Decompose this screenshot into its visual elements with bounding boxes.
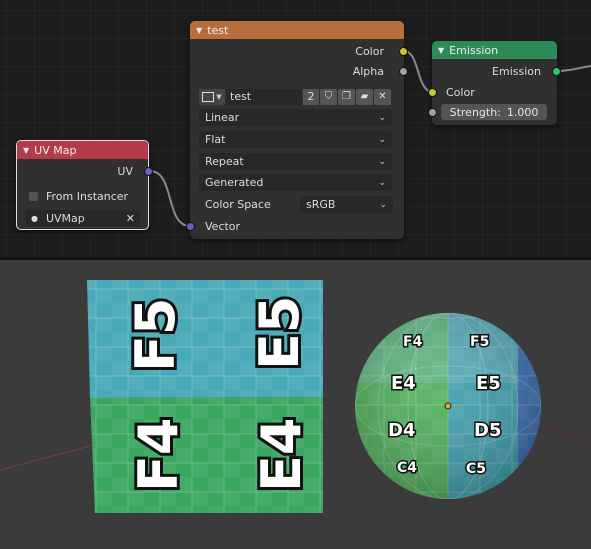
strength-socket[interactable] xyxy=(428,108,437,117)
close-icon[interactable]: ✕ xyxy=(374,88,391,105)
color-space-label: Color Space xyxy=(205,197,271,211)
strength-field[interactable]: Strength: 1.000 xyxy=(441,104,547,120)
clear-icon[interactable]: ✕ xyxy=(126,212,135,225)
link-color-to-emission xyxy=(403,50,434,93)
projection-value: Flat xyxy=(205,133,226,146)
output-color-socket[interactable] xyxy=(399,47,408,56)
color-space-row: Color Space xyxy=(205,194,271,214)
uv-output-row: UV xyxy=(117,161,133,181)
collapse-arrow-icon[interactable]: ▼ xyxy=(196,26,202,35)
sphere-label-f5: F5 xyxy=(470,334,489,350)
collapse-arrow-icon[interactable]: ▼ xyxy=(438,46,444,55)
chevron-down-icon: ⌄ xyxy=(379,199,387,210)
strength-label: Strength: xyxy=(449,105,501,119)
link-emission-out xyxy=(557,65,591,72)
image-node-title: test xyxy=(207,23,229,37)
output-color-label: Color xyxy=(355,44,384,58)
uv-map-field[interactable]: ● UVMap ✕ xyxy=(26,210,140,226)
chevron-down-icon: ⌄ xyxy=(378,134,386,145)
from-instancer-checkbox[interactable] xyxy=(29,191,38,201)
image-name: test xyxy=(230,90,252,103)
from-instancer-label: From Instancer xyxy=(46,189,129,203)
source-value: Generated xyxy=(205,176,264,189)
chevron-down-icon: ⌄ xyxy=(378,156,386,167)
projection-dropdown[interactable]: Flat ⌄ xyxy=(199,131,392,148)
output-alpha-label: Alpha xyxy=(352,64,384,78)
strength-value: 1.000 xyxy=(506,105,539,119)
fake-user-shield-icon[interactable]: ⛉ xyxy=(320,88,337,105)
image-datablock: ▼ test 2 ⛉ ❐ ▰ ✕ xyxy=(199,88,394,105)
chevron-down-icon: ⌄ xyxy=(378,112,386,123)
users-count: 2 xyxy=(307,90,315,103)
extension-dropdown[interactable]: Repeat ⌄ xyxy=(199,153,392,170)
image-browse-button[interactable]: ▼ xyxy=(199,88,225,105)
source-dropdown[interactable]: Generated ⌄ xyxy=(199,174,392,191)
sphere-label-f4: F4 xyxy=(403,334,423,350)
chevron-down-icon: ▼ xyxy=(216,92,222,101)
uv-output-socket[interactable] xyxy=(144,167,153,176)
color-space-dropdown[interactable]: sRGB ⌄ xyxy=(300,196,393,213)
emission-node-header[interactable]: ▼ Emission xyxy=(432,41,557,59)
uv-map-node[interactable]: ▼ UV Map UV From Instancer ● UVMap ✕ xyxy=(16,140,153,230)
sphere-label-e5: E5 xyxy=(476,373,501,394)
image-node-header[interactable]: ▼ test xyxy=(190,21,404,39)
users-count-button[interactable]: 2 xyxy=(303,88,319,105)
link-uv-to-vector xyxy=(149,170,191,227)
plane-label-e4: E4 xyxy=(250,418,313,492)
emission-color-socket[interactable] xyxy=(428,88,437,97)
chevron-down-icon: ⌄ xyxy=(378,177,386,188)
uv-output-label: UV xyxy=(117,164,133,178)
3d-viewport[interactable]: F5 E5 F4 E4 F4 F5 E4 E5 D4 D5 C4 C5 xyxy=(0,260,591,549)
emission-color-row: Color xyxy=(446,82,475,102)
collapse-arrow-icon[interactable]: ▼ xyxy=(23,146,29,155)
open-folder-icon[interactable]: ▰ xyxy=(356,88,373,105)
plane-label-f4: F4 xyxy=(127,418,190,492)
emission-output-label: Emission xyxy=(492,64,541,78)
plane-label-e5: E5 xyxy=(248,296,311,370)
interpolation-value: Linear xyxy=(205,111,240,124)
node-editor[interactable]: ▼ test Color Alpha ▼ test 2 ⛉ ❐ ▰ ✕ Line… xyxy=(0,0,591,257)
input-vector-row: Vector xyxy=(205,216,240,236)
input-vector-socket[interactable] xyxy=(186,222,195,231)
viewport-scene: F5 E5 F4 E4 F4 F5 E4 E5 D4 D5 C4 C5 xyxy=(0,280,591,513)
color-space-value: sRGB xyxy=(306,198,336,211)
emission-node[interactable]: ▼ Emission Emission Color Strength: 1.00… xyxy=(428,41,561,125)
emission-output-row: Emission xyxy=(492,61,541,81)
plane-label-f5: F5 xyxy=(124,298,187,372)
uvmap-node-title: UV Map xyxy=(34,143,77,157)
interpolation-dropdown[interactable]: Linear ⌄ xyxy=(199,109,392,126)
sphere-label-e4: E4 xyxy=(391,373,416,394)
extension-value: Repeat xyxy=(205,155,244,168)
uvmap-node-header[interactable]: ▼ UV Map xyxy=(17,141,148,159)
emission-node-title: Emission xyxy=(449,43,499,57)
sphere-label-d5: D5 xyxy=(474,420,501,441)
image-name-field[interactable]: test xyxy=(226,88,302,105)
output-alpha-socket[interactable] xyxy=(399,67,408,76)
object-origin-dot xyxy=(444,402,452,410)
from-instancer-row: From Instancer xyxy=(29,186,128,206)
output-alpha-row: Alpha xyxy=(353,61,384,81)
duplicate-icon[interactable]: ❐ xyxy=(338,88,355,105)
sphere-label-d4: D4 xyxy=(388,420,415,441)
emission-color-label: Color xyxy=(446,85,475,99)
input-vector-label: Vector xyxy=(205,219,241,233)
image-texture-node[interactable]: ▼ test Color Alpha ▼ test 2 ⛉ ❐ ▰ ✕ Line… xyxy=(186,21,408,239)
image-icon xyxy=(202,91,215,102)
output-color-row: Color xyxy=(355,41,384,61)
uv-dot-icon: ● xyxy=(31,213,38,223)
sphere-label-c5: C5 xyxy=(466,461,486,477)
sphere-label-c4: C4 xyxy=(397,460,417,476)
emission-output-socket[interactable] xyxy=(552,67,561,76)
uv-map-value: UVMap xyxy=(45,211,85,225)
